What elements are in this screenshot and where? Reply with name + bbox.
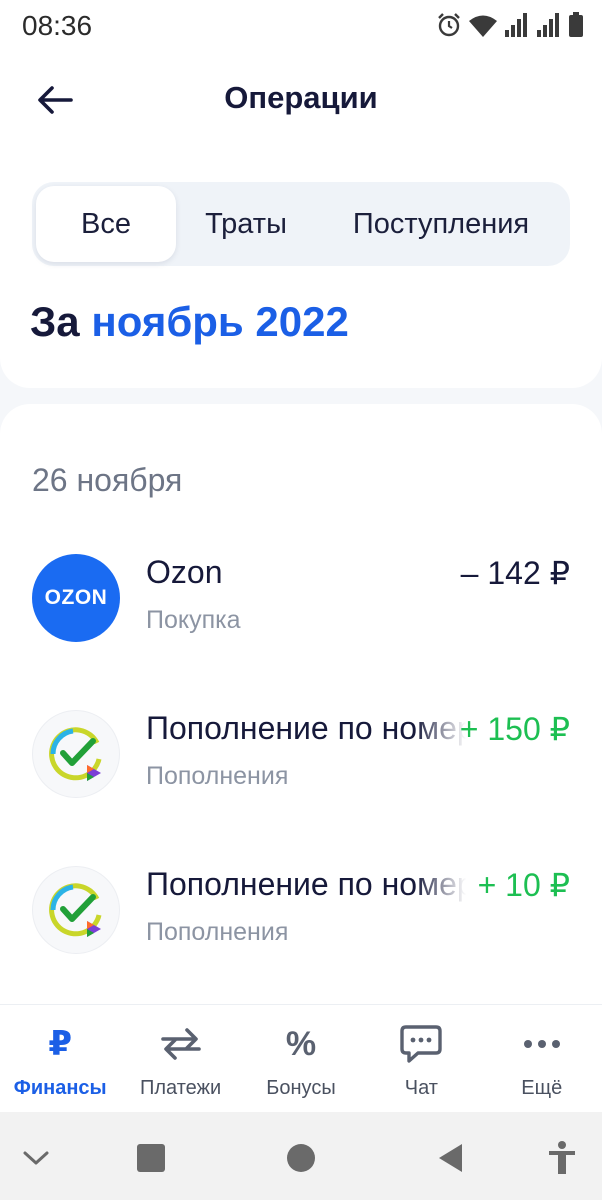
operation-amount: + 150 ₽: [459, 711, 570, 747]
collapse-button[interactable]: [16, 1138, 56, 1178]
system-nav-bar: [0, 1112, 602, 1200]
period-prefix: За: [30, 298, 80, 345]
nav-payments[interactable]: Платежи: [120, 1005, 240, 1112]
tab-all[interactable]: Все: [36, 186, 176, 262]
operations-list: 26 ноября OZON Ozon Покупка – 142 ₽ Попо…: [0, 404, 602, 1004]
bottom-nav: ₽ Финансы Платежи % Бонусы Чат Ещё: [0, 1004, 602, 1112]
square-icon: [137, 1144, 165, 1172]
sbp-logo-icon: [32, 866, 120, 954]
operations-screen: 08:36 Операции Все Траты Поступления За …: [0, 0, 602, 1200]
back-nav-button[interactable]: [430, 1138, 470, 1178]
recents-button[interactable]: [131, 1138, 171, 1178]
list-item-topup-2[interactable]: Пополнение по номеру Пополнения + 10 ₽: [0, 866, 602, 996]
triangle-back-icon: [439, 1144, 462, 1172]
nav-label: Платежи: [140, 1077, 222, 1099]
ozon-logo-icon: OZON: [32, 554, 120, 642]
battery-icon: [569, 12, 583, 37]
transfer-icon: [159, 1023, 203, 1065]
nav-label: Ещё: [521, 1077, 563, 1099]
accessibility-icon: [549, 1141, 575, 1174]
operation-category: Пополнения: [146, 918, 289, 946]
signal-icon-2: [537, 13, 559, 37]
operation-title: Ozon: [146, 554, 223, 590]
page-title: Операции: [224, 80, 378, 115]
operation-amount: + 10 ₽: [477, 867, 570, 903]
more-icon: [523, 1023, 561, 1065]
tab-expenses[interactable]: Траты: [176, 186, 316, 262]
operations-filter-tabs: Все Траты Поступления: [32, 182, 570, 266]
accessibility-button[interactable]: [542, 1138, 582, 1178]
nav-label: Финансы: [13, 1077, 107, 1099]
nav-chat[interactable]: Чат: [361, 1005, 481, 1112]
circle-icon: [287, 1144, 315, 1172]
alarm-icon: [438, 13, 460, 37]
operation-title: Пополнение по номеру: [146, 710, 466, 746]
operation-amount: – 142 ₽: [460, 555, 570, 591]
list-item-ozon[interactable]: OZON Ozon Покупка – 142 ₽: [0, 554, 602, 684]
period-selector[interactable]: За ноябрь 2022: [30, 298, 349, 346]
operation-category: Пополнения: [146, 762, 289, 790]
wifi-icon: [469, 15, 497, 37]
sbp-logo-icon: [32, 710, 120, 798]
nav-label: Бонусы: [266, 1077, 336, 1099]
nav-bonuses[interactable]: % Бонусы: [241, 1005, 361, 1112]
list-item-topup-1[interactable]: Пополнение по номеру Пополнения + 150 ₽: [0, 710, 602, 840]
operation-title: Пополнение по номеру: [146, 866, 466, 902]
tab-income[interactable]: Поступления: [316, 186, 566, 262]
percent-icon: %: [285, 1024, 317, 1063]
chat-icon: [400, 1023, 443, 1065]
ruble-icon: ₽: [48, 1025, 73, 1063]
date-header: 26 ноября: [32, 462, 183, 498]
nav-more[interactable]: Ещё: [482, 1005, 602, 1112]
signal-icon-1: [505, 13, 527, 37]
chevron-down-icon: [23, 1151, 49, 1165]
period-month[interactable]: ноябрь 2022: [91, 298, 349, 345]
header-card: Операции Все Траты Поступления За ноябрь…: [0, 52, 602, 388]
status-time: 08:36: [22, 10, 93, 41]
operation-category: Покупка: [146, 606, 241, 634]
status-icons: [436, 12, 584, 38]
nav-label: Чат: [404, 1077, 438, 1099]
status-bar: 08:36: [0, 0, 602, 52]
home-button[interactable]: [281, 1138, 321, 1178]
nav-finance[interactable]: ₽ Финансы: [0, 1005, 120, 1112]
